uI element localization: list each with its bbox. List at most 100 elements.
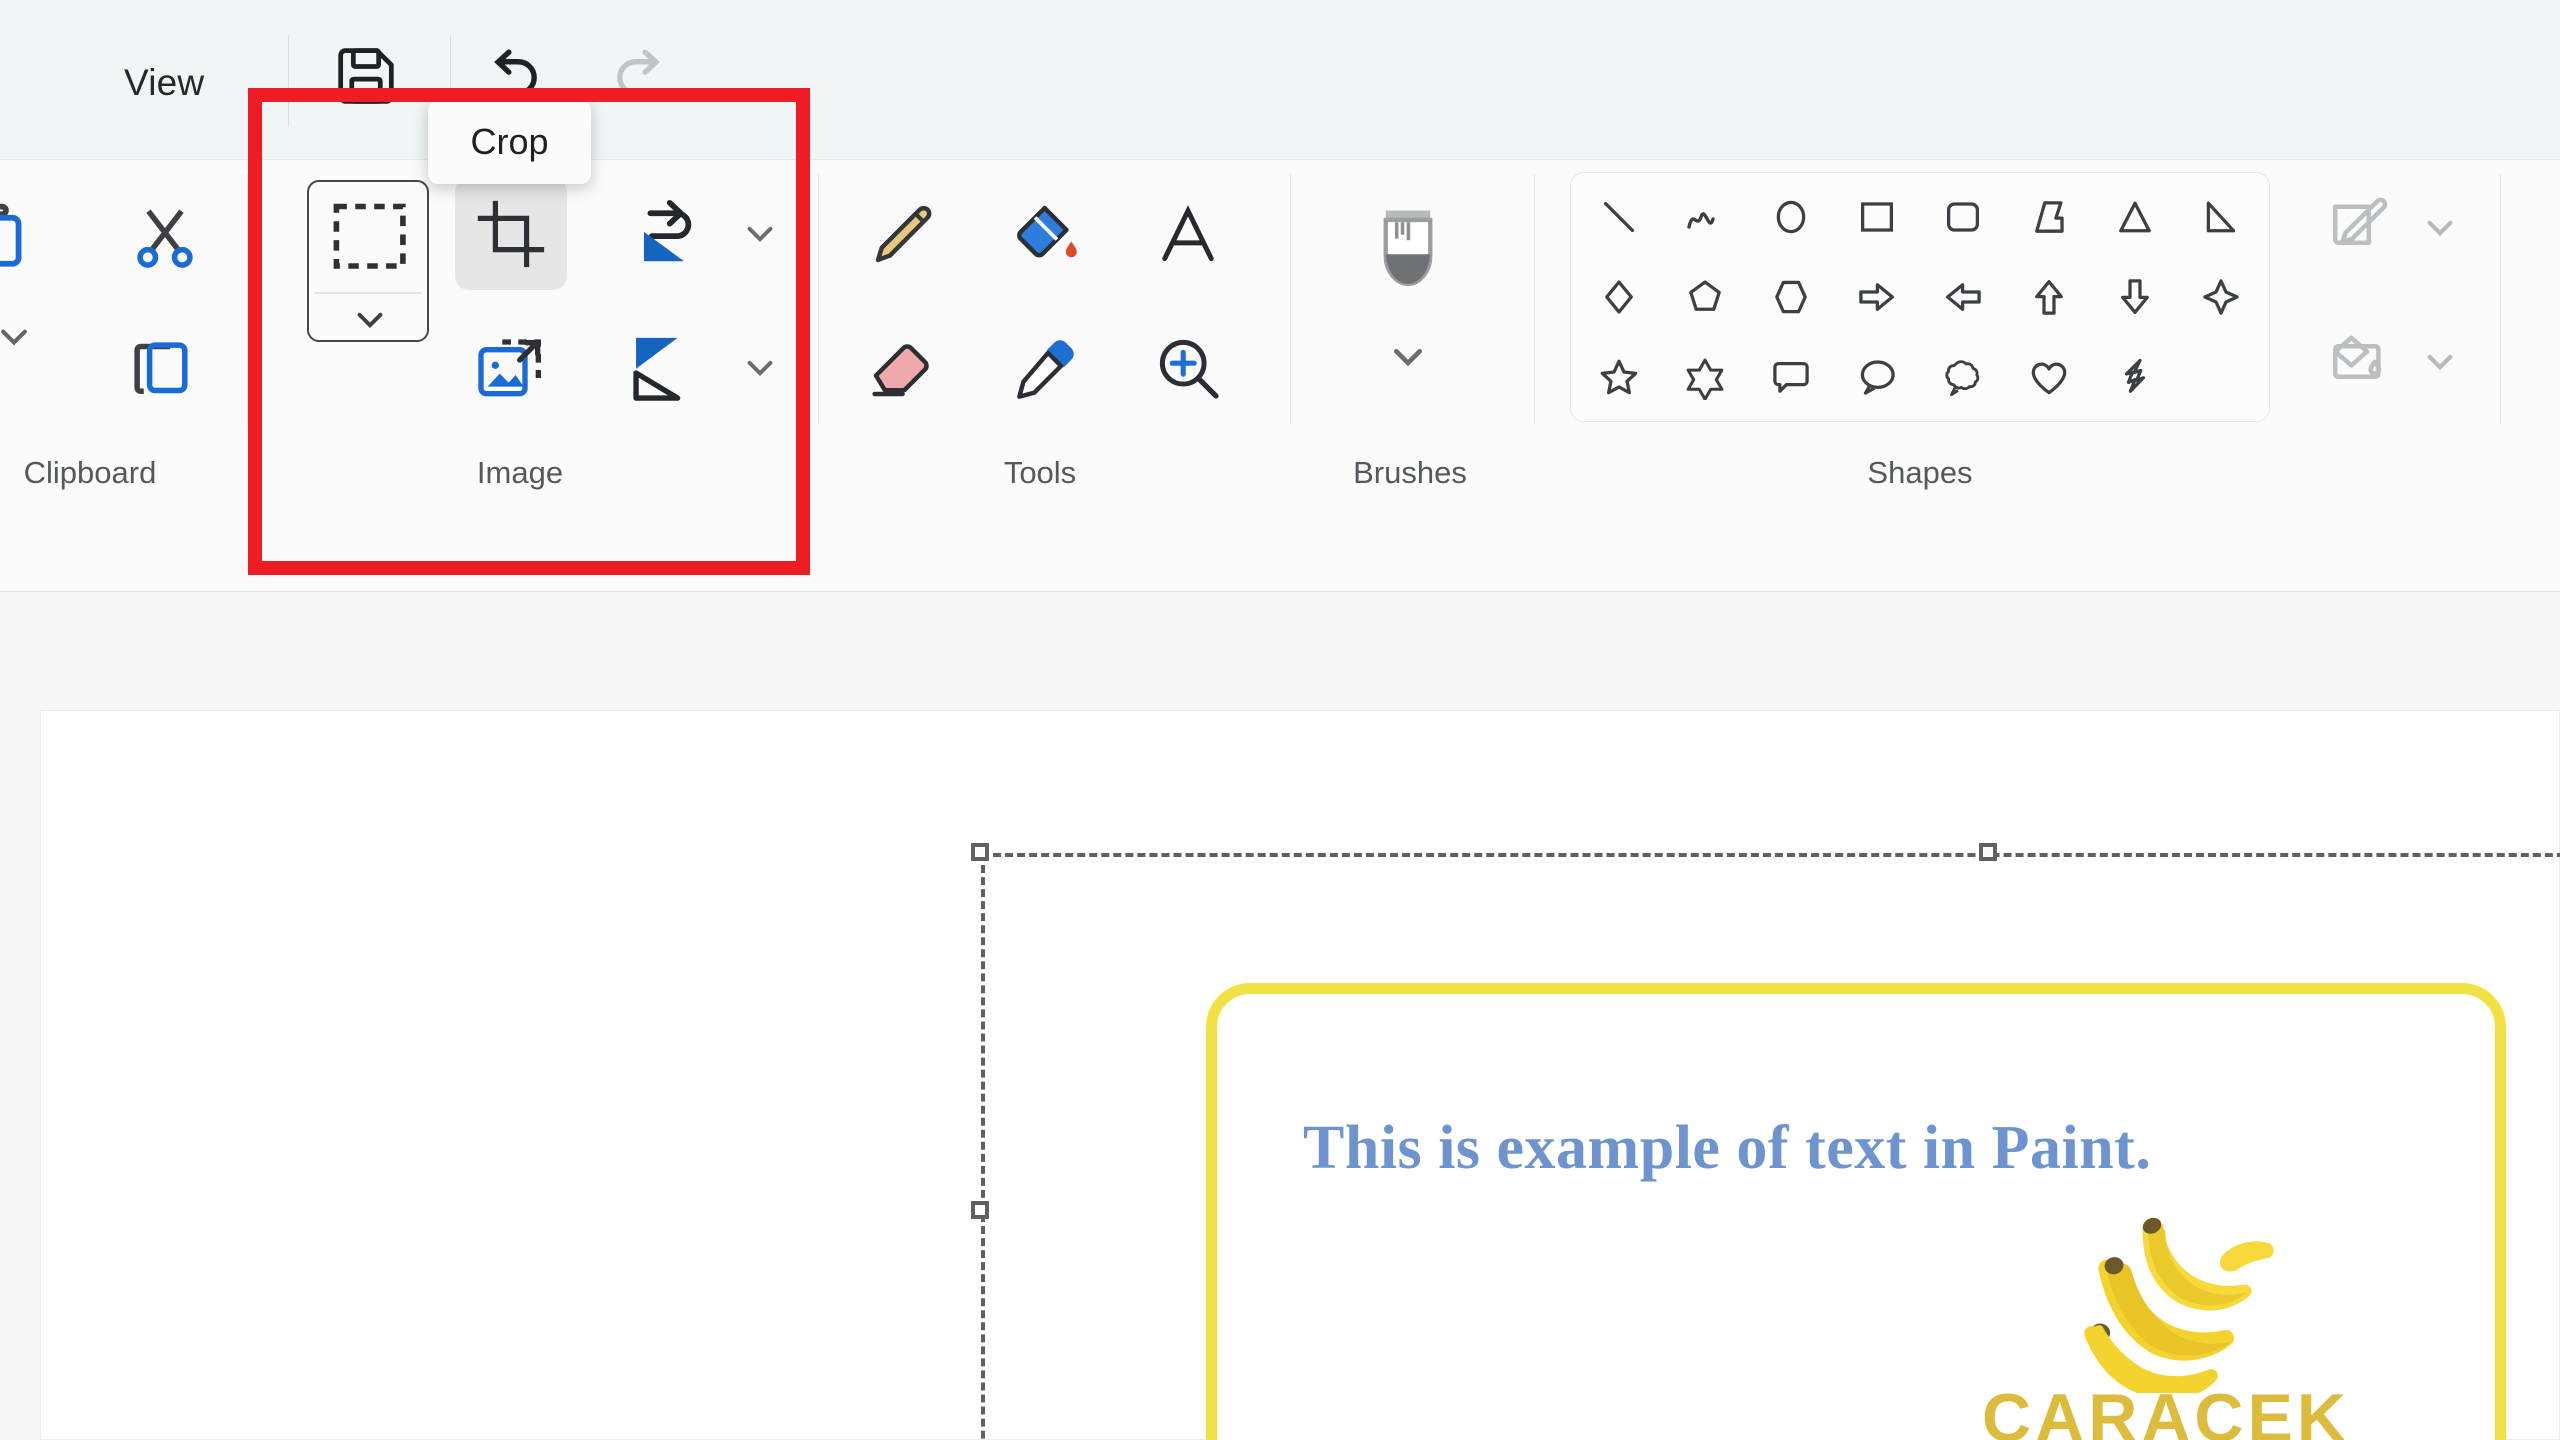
six-point-star-icon [1682, 354, 1728, 405]
crop-tooltip: Crop [428, 100, 591, 184]
shape-lightning[interactable] [2097, 341, 2173, 417]
selection-handle-middle-left[interactable] [971, 1201, 989, 1219]
shape-down-arrow[interactable] [2097, 261, 2173, 337]
select-button[interactable] [307, 180, 429, 342]
brush-icon [1369, 200, 1447, 296]
outline-icon [2322, 190, 2394, 262]
five-point-star-icon [1596, 354, 1642, 405]
rounded-rectangle-icon [1940, 194, 1986, 245]
right-triangle-icon [2198, 194, 2244, 245]
pencil-button[interactable] [848, 178, 960, 290]
cloud-callout-icon [1940, 354, 1986, 405]
group-label-tools: Tools [890, 455, 1190, 491]
shape-rectangle[interactable] [1839, 181, 1915, 257]
shape-right-arrow[interactable] [1839, 261, 1915, 337]
up-arrow-icon [2026, 274, 2072, 325]
scissors-icon [121, 191, 209, 279]
fill-shape-button [2310, 312, 2406, 408]
tab-view[interactable]: View [124, 62, 204, 104]
left-arrow-icon [1940, 274, 1986, 325]
artwork-text: This is example of text in Paint. [1303, 1111, 2233, 1187]
shape-rounded-rectangle[interactable] [1925, 181, 2001, 257]
shape-left-arrow[interactable] [1925, 261, 2001, 337]
redo-icon [604, 38, 680, 114]
qat-separator-left [288, 35, 289, 127]
eraser-button[interactable] [848, 312, 960, 424]
shape-up-arrow[interactable] [2011, 261, 2087, 337]
color-picker-button[interactable] [990, 312, 1102, 424]
shape-polygon[interactable] [2011, 181, 2087, 257]
selection-handle-top-left[interactable] [971, 843, 989, 861]
heart-icon [2026, 354, 2072, 405]
separator-image-tools [818, 174, 819, 424]
paste-button[interactable] [0, 180, 64, 290]
rectangle-icon [1854, 194, 1900, 245]
resize-button[interactable] [455, 312, 567, 424]
crop-button[interactable] [455, 178, 567, 290]
line-icon [1596, 194, 1642, 245]
shape-right-triangle[interactable] [2183, 181, 2259, 257]
hexagon-icon [1768, 274, 1814, 325]
lightning-icon [2112, 354, 2158, 405]
flip-button[interactable] [608, 312, 720, 424]
flip-icon [621, 325, 707, 411]
bananas-icon [2036, 1203, 2306, 1398]
shape-cloud-callout[interactable] [1925, 341, 2001, 417]
chevron-down-icon [345, 294, 395, 349]
group-label-image: Image [330, 455, 710, 491]
magnifier-plus-icon [1147, 327, 1229, 409]
shape-four-point-star[interactable] [2183, 261, 2259, 337]
text-button[interactable] [1132, 178, 1244, 290]
chevron-down-icon [2415, 373, 2465, 390]
shape-hexagon[interactable] [1753, 261, 1829, 337]
separator-shapes-end [2500, 174, 2501, 424]
copy-icon [121, 326, 209, 414]
shape-triangle[interactable] [2097, 181, 2173, 257]
shape-diamond[interactable] [1581, 261, 1657, 337]
canvas-area[interactable]: This is example of text in Paint. [0, 592, 2560, 1440]
brushes-button[interactable] [1352, 178, 1464, 318]
paint-window: e View [0, 0, 2560, 1440]
crop-icon [472, 195, 550, 273]
separator-tools-brushes [1290, 174, 1291, 424]
shape-rounded-callout[interactable] [1753, 341, 1829, 417]
watermark-brand: CARACEK [1956, 1379, 2376, 1440]
fill-button[interactable] [990, 178, 1102, 290]
copy-button[interactable] [110, 315, 220, 425]
magnifier-button[interactable] [1132, 312, 1244, 424]
rounded-rectangular-callout-icon [1768, 354, 1814, 405]
redo-button [604, 38, 680, 114]
shape-pentagon[interactable] [1667, 261, 1743, 337]
down-arrow-icon [2112, 274, 2158, 325]
ribbon-body: Clipboard [0, 160, 2560, 592]
rotate-icon [621, 191, 707, 277]
shape-five-point-star[interactable] [1581, 341, 1657, 417]
shape-line[interactable] [1581, 181, 1657, 257]
canvas-sheet[interactable]: This is example of text in Paint. [40, 710, 2560, 1440]
rotate-dropdown[interactable] [735, 208, 785, 263]
shape-heart[interactable] [2011, 341, 2087, 417]
paste-dropdown[interactable] [0, 310, 40, 367]
selection-handle-top-center[interactable] [1979, 843, 1997, 861]
oval-icon [1768, 194, 1814, 245]
shape-six-point-star[interactable] [1667, 341, 1743, 417]
shape-curve[interactable] [1667, 181, 1743, 257]
save-button[interactable] [328, 38, 404, 114]
shapes-gallery [1570, 172, 2270, 422]
separator-clipboard-image [247, 174, 248, 424]
rotate-button[interactable] [608, 178, 720, 290]
outline-button [2310, 178, 2406, 274]
flip-dropdown[interactable] [735, 342, 785, 397]
separator-brushes-shapes [1534, 174, 1535, 424]
diamond-icon [1596, 274, 1642, 325]
triangle-icon [2112, 194, 2158, 245]
watermark-logo: CARACEK MEDIA TUTORIAL DIGITAL [1956, 1211, 2376, 1440]
shape-oval-callout[interactable] [1839, 341, 1915, 417]
cut-button[interactable] [110, 180, 220, 290]
brushes-dropdown[interactable] [1380, 328, 1436, 389]
crop-tooltip-label: Crop [470, 121, 548, 163]
resize-image-icon [471, 328, 551, 408]
group-label-brushes: Brushes [1300, 455, 1520, 491]
curve-icon [1681, 193, 1729, 246]
shape-oval[interactable] [1753, 181, 1829, 257]
